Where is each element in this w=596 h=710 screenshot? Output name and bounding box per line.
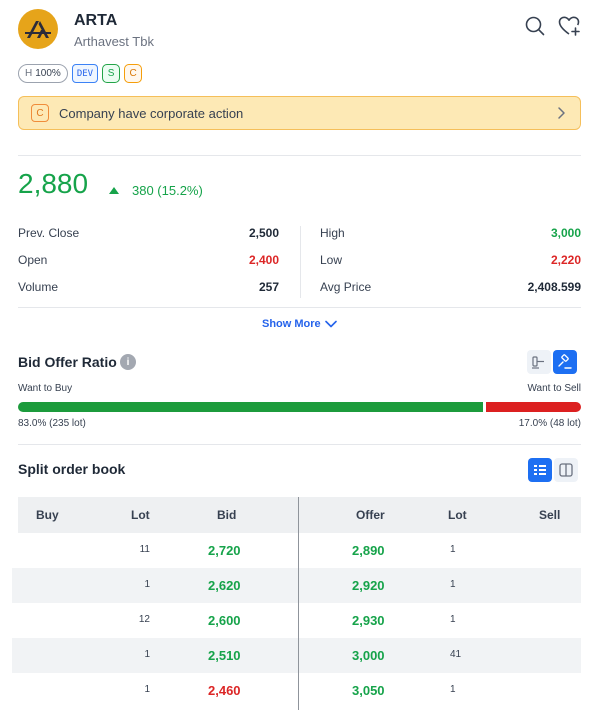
- split-order-book-title: Split order book: [18, 461, 126, 477]
- gavel-icon: [558, 354, 572, 369]
- stock-tags: H 100% DEV S C: [18, 64, 143, 83]
- corporate-action-text: Company have corporate action: [59, 105, 244, 121]
- offer-lot: 1: [450, 579, 456, 590]
- stat-label: Open: [18, 253, 48, 267]
- s-tag[interactable]: S: [102, 64, 121, 83]
- last-price: 2,880: [18, 168, 89, 199]
- list-view-toggle[interactable]: [528, 458, 552, 482]
- bid-lot: 1: [144, 649, 150, 660]
- arta-logo-icon: [25, 21, 51, 38]
- bid-offer-auction-toggle[interactable]: [553, 350, 577, 374]
- buy-ratio-text: 83.0% (235 lot): [18, 418, 86, 429]
- offer-price[interactable]: 2,930: [352, 613, 385, 628]
- split-view-toggle[interactable]: [554, 458, 578, 482]
- order-book-row[interactable]: 1 2,460 3,050 1: [18, 673, 581, 708]
- corporate-action-badge: C: [31, 104, 49, 122]
- buy-ratio-bar: [18, 402, 483, 412]
- haircut-tag[interactable]: H 100%: [18, 64, 68, 83]
- company-logo: [18, 9, 58, 49]
- col-offer: Offer: [356, 508, 385, 522]
- stat-value: 3,000: [550, 226, 581, 240]
- c-tag[interactable]: C: [124, 64, 143, 83]
- stat-label: Volume: [18, 280, 59, 294]
- col-buy: Buy: [36, 508, 59, 522]
- bid-lot: 1: [144, 684, 150, 695]
- offer-lot: 1: [450, 614, 456, 625]
- chevron-down-icon: [324, 320, 337, 328]
- haircut-value: 100%: [35, 68, 61, 79]
- haircut-label: H: [25, 68, 33, 79]
- stats-separator: [300, 226, 301, 298]
- bid-price[interactable]: 2,600: [208, 613, 241, 628]
- sell-ratio-bar: [486, 402, 581, 412]
- stat-value: 2,400: [248, 253, 279, 267]
- chevron-right-icon: [558, 107, 565, 119]
- offer-lot: 1: [450, 544, 456, 555]
- sell-ratio-text: 17.0% (48 lot): [518, 418, 581, 429]
- stat-value: 2,500: [248, 226, 279, 240]
- add-watchlist-heart-icon[interactable]: [558, 15, 580, 37]
- stat-label: Avg Price: [320, 280, 372, 294]
- corporate-action-banner[interactable]: C Company have corporate action: [18, 96, 581, 130]
- offer-price[interactable]: 2,920: [352, 578, 385, 593]
- stock-header: ARTA Arthavest Tbk: [18, 9, 582, 53]
- info-icon[interactable]: i: [120, 354, 136, 370]
- order-book-row[interactable]: 11 2,720 2,890 1: [18, 533, 581, 568]
- dev-tag[interactable]: DEV: [71, 64, 99, 83]
- show-more-button[interactable]: Show More: [262, 318, 337, 330]
- bid-offer-view-toggle[interactable]: [527, 350, 551, 374]
- bid-price[interactable]: 2,510: [208, 648, 241, 663]
- price-up-arrow-icon: [109, 187, 119, 194]
- divider: [18, 155, 581, 156]
- bid-price[interactable]: 2,460: [208, 683, 241, 698]
- order-book-divider: [298, 497, 299, 710]
- col-lot-left: Lot: [131, 508, 150, 522]
- show-more-label: Show More: [262, 318, 321, 330]
- bid-lot: 12: [138, 614, 150, 625]
- bid-offer-ratio-title: Bid Offer Ratio: [18, 354, 117, 370]
- bid-lot: 11: [139, 544, 150, 555]
- stat-label: Prev. Close: [18, 226, 80, 240]
- offer-price[interactable]: 2,890: [352, 543, 385, 558]
- list-view-icon: [534, 465, 546, 475]
- bid-lot: 1: [144, 579, 150, 590]
- order-book-row[interactable]: 1 2,620 2,920 1: [12, 568, 581, 603]
- offer-price[interactable]: 3,050: [352, 683, 385, 698]
- want-to-sell-label: Want to Sell: [527, 383, 581, 394]
- order-book-header: Buy Lot Bid Offer Lot Sell: [18, 497, 581, 533]
- offer-lot: 1: [450, 684, 456, 695]
- order-book-row[interactable]: 1 2,510 3,000 41: [12, 638, 581, 673]
- company-name: Arthavest Tbk: [74, 34, 154, 49]
- want-to-buy-label: Want to Buy: [18, 383, 73, 394]
- stat-label: High: [320, 226, 345, 240]
- stat-value: 257: [258, 280, 279, 294]
- price-change: 380 (15.2%): [132, 183, 203, 198]
- offer-lot: 41: [450, 649, 462, 660]
- stat-value: 2,220: [550, 253, 581, 267]
- bid-price[interactable]: 2,620: [208, 578, 241, 593]
- stat-value: 2,408.599: [527, 280, 581, 294]
- split-view-icon: [559, 463, 573, 477]
- divider: [18, 307, 581, 308]
- stock-ticker: ARTA: [74, 12, 118, 29]
- col-sell: Sell: [539, 508, 561, 522]
- stat-label: Low: [320, 253, 343, 267]
- divider: [18, 444, 581, 445]
- col-lot-right: Lot: [448, 508, 467, 522]
- gavel-outline-icon: [532, 356, 544, 369]
- search-icon[interactable]: [524, 15, 546, 37]
- col-bid: Bid: [217, 508, 237, 522]
- offer-price[interactable]: 3,000: [352, 648, 385, 663]
- order-book-row[interactable]: 12 2,600 2,930 1: [18, 603, 581, 638]
- bid-price[interactable]: 2,720: [208, 543, 241, 558]
